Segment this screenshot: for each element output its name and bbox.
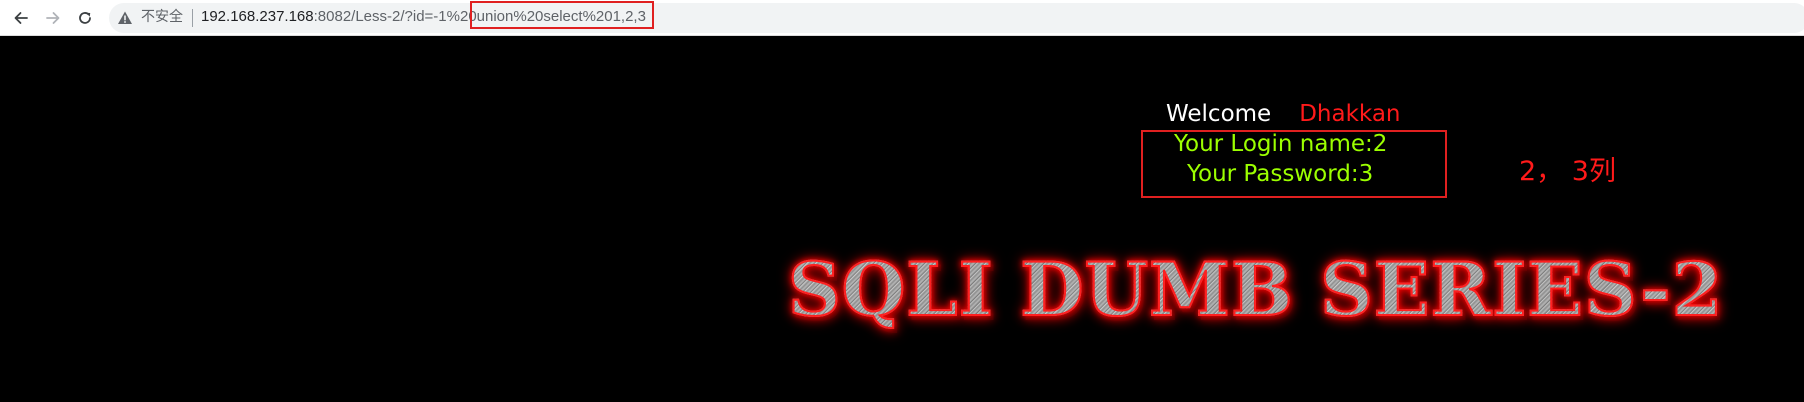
welcome-word: Welcome [1166,101,1272,127]
welcome-name: Dhakkan [1299,101,1401,127]
url-host: 192.168.237.168 [201,8,314,25]
omnibox-divider [192,9,193,27]
annotation-note: 2， 3列 [1519,156,1616,187]
warning-triangle-icon[interactable] [117,10,133,26]
result-highlight-box [1141,130,1447,198]
url-highlight-box [470,1,654,29]
page-content: Welcome Dhakkan Your Login name:2 Your Pa… [0,36,1804,402]
series-banner: SQLI DUMB SERIES-2 [787,247,1724,333]
url-path: :8082/Less-2/?id=-1%2 [313,8,469,25]
reload-icon [79,12,91,24]
back-button[interactable] [8,5,34,31]
reload-button[interactable] [72,5,98,31]
arrow-right-icon [46,12,60,24]
security-status-label[interactable]: 不安全 [141,9,183,26]
arrow-left-icon [14,12,28,24]
forward-button[interactable] [40,5,66,31]
browser-toolbar: 不安全 192.168.237.168:8082/Less-2/?id=-1%2… [0,0,1804,36]
welcome-line: Welcome Dhakkan [1166,100,1401,128]
